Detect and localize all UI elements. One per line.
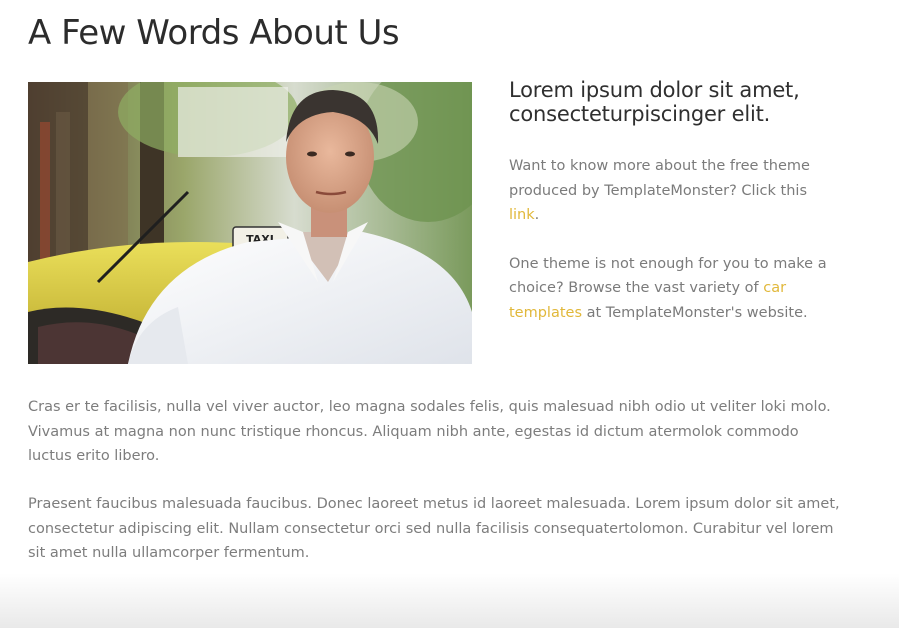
intro-paragraph-2: One theme is not enough for you to make … — [509, 252, 839, 326]
body-paragraph-2: Praesent faucibus malesuada faucibus. Do… — [28, 496, 840, 561]
intro-paragraph-1-end: . — [534, 207, 540, 223]
driver-photo: TAXI — [28, 82, 472, 364]
intro-paragraph-1: Want to know more about the free theme p… — [509, 154, 839, 228]
taxi-driver-image: TAXI — [28, 82, 472, 364]
bottom-fade-overlay — [0, 573, 899, 628]
intro-paragraph-1-text: Want to know more about the free theme p… — [509, 158, 810, 199]
body-paragraph-1: Cras er te facilisis, nulla vel viver au… — [28, 399, 831, 464]
page-title: A Few Words About Us — [28, 13, 400, 53]
intro-subheading: Lorem ipsum dolor sit amet, consecteturp… — [509, 78, 800, 126]
intro-paragraph-2-end: at TemplateMonster's website. — [582, 304, 808, 321]
intro-column: Lorem ipsum dolor sit amet, consecteturp… — [509, 78, 839, 325]
free-theme-link[interactable]: link — [509, 207, 535, 223]
